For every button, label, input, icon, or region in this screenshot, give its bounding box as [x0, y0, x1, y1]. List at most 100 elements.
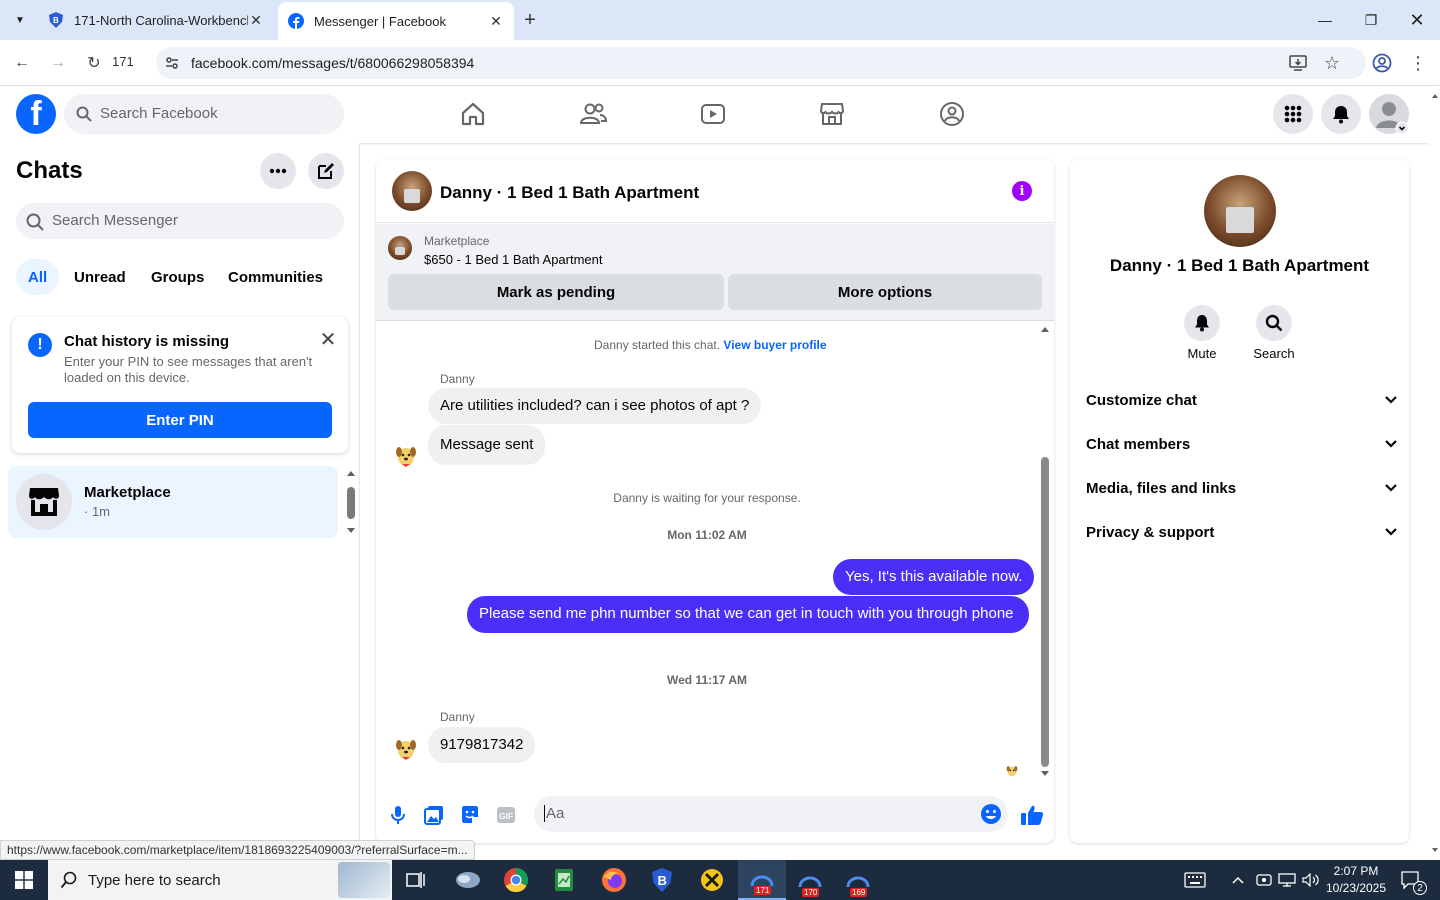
section-label: Customize chat: [1086, 391, 1197, 409]
page-scrollbar[interactable]: [1430, 86, 1440, 860]
keyboard-icon[interactable]: [1180, 860, 1210, 900]
seen-receipt-avatar: [1004, 763, 1020, 779]
listing-title[interactable]: $650 - 1 Bed 1 Bath Apartment: [424, 252, 603, 267]
section-label: Media, files and links: [1086, 479, 1237, 497]
close-tab-icon[interactable]: ✕: [488, 13, 504, 29]
outgoing-message[interactable]: Please send me phn number so that we can…: [467, 596, 1029, 633]
x-app-icon[interactable]: [688, 860, 736, 900]
friends-icon[interactable]: [579, 100, 607, 128]
media-files-links-row[interactable]: Media, files and links: [1086, 476, 1398, 500]
back-arrow-icon[interactable]: ←: [8, 49, 36, 77]
install-app-icon[interactable]: [1288, 53, 1308, 73]
more-options-icon[interactable]: [260, 153, 296, 189]
search-in-chat-button[interactable]: Search: [1244, 305, 1304, 361]
facebook-icon: [288, 13, 304, 29]
facebook-search-input[interactable]: Search Facebook: [64, 94, 344, 134]
account-avatar[interactable]: [1369, 94, 1409, 134]
thumbs-up-icon[interactable]: [1020, 803, 1044, 827]
address-bar[interactable]: facebook.com/messages/t/680066298058394 …: [156, 47, 1366, 79]
message-input-placeholder: Aa: [544, 805, 565, 822]
bookmark-star-icon[interactable]: ☆: [1322, 53, 1342, 73]
tab-messenger[interactable]: Messenger | Facebook ✕: [278, 2, 514, 40]
tab-search-button[interactable]: ▼: [8, 8, 32, 32]
close-window-icon[interactable]: ✕: [1394, 4, 1440, 36]
close-icon[interactable]: ✕: [316, 327, 340, 351]
weather-app-icon[interactable]: [444, 860, 492, 900]
filter-unread[interactable]: Unread: [62, 259, 138, 295]
site-settings-icon[interactable]: [164, 55, 180, 71]
details-avatar[interactable]: [1204, 175, 1276, 247]
incoming-message[interactable]: 9179817342: [428, 727, 536, 763]
close-tab-icon[interactable]: ✕: [248, 12, 264, 28]
new-message-icon[interactable]: [308, 153, 344, 189]
message-input[interactable]: Aa: [534, 796, 1008, 832]
profile-icon[interactable]: [1368, 49, 1396, 77]
mark-as-pending-button[interactable]: Mark as pending: [388, 274, 724, 310]
customize-chat-row[interactable]: Customize chat: [1086, 388, 1398, 412]
sticker-icon[interactable]: [458, 803, 482, 827]
notifications-bell-icon[interactable]: [1321, 94, 1361, 134]
filter-groups[interactable]: Groups: [139, 259, 216, 295]
view-buyer-profile-link[interactable]: View buyer profile: [723, 338, 826, 352]
section-label: Chat members: [1086, 435, 1191, 453]
browser-menu-icon[interactable]: ⋮: [1404, 49, 1432, 77]
forward-arrow-icon[interactable]: →: [44, 49, 72, 77]
incoming-message[interactable]: Message sent: [428, 425, 546, 465]
chrome-icon[interactable]: [492, 860, 540, 900]
sidebar-scrollbar[interactable]: [344, 469, 358, 535]
chats-title: Chats: [16, 157, 83, 184]
spreadsheet-app-icon[interactable]: [540, 860, 588, 900]
taskbar-search-input[interactable]: Type here to search: [48, 860, 392, 900]
microphone-icon[interactable]: [386, 803, 410, 827]
chevron-up-icon[interactable]: [1228, 860, 1248, 900]
network-icon[interactable]: [1276, 860, 1298, 900]
incoming-message[interactable]: Are utilities included? can i see photos…: [428, 388, 762, 424]
workbench-169-icon[interactable]: 169: [834, 860, 882, 900]
emoji-icon[interactable]: [980, 803, 1002, 830]
messenger-search-input[interactable]: Search Messenger: [16, 203, 344, 239]
gif-icon[interactable]: GIF: [494, 803, 518, 827]
windows-start-icon[interactable]: [0, 860, 48, 900]
mute-button[interactable]: Mute: [1172, 305, 1232, 361]
listing-thumbnail[interactable]: [388, 236, 412, 260]
new-tab-plus-icon[interactable]: +: [518, 8, 542, 32]
gaming-icon[interactable]: [938, 100, 966, 128]
shield-b-app-icon[interactable]: B: [638, 860, 686, 900]
chat-members-row[interactable]: Chat members: [1086, 432, 1398, 456]
section-label: Privacy & support: [1086, 523, 1215, 541]
system-clock[interactable]: 2:07 PM 10/23/2025: [1320, 863, 1392, 897]
firefox-icon[interactable]: [590, 860, 638, 900]
maximize-icon[interactable]: ❐: [1348, 4, 1394, 36]
workbench-171-icon[interactable]: 171: [738, 860, 786, 900]
info-icon[interactable]: i: [1012, 181, 1032, 201]
sender-avatar[interactable]: [392, 735, 420, 763]
video-icon[interactable]: [699, 100, 727, 128]
minimize-icon[interactable]: —: [1302, 4, 1348, 36]
tab-count-label[interactable]: 171: [112, 54, 134, 69]
tab-workbench[interactable]: B 171-North Carolina-Workbench ✕: [38, 4, 274, 36]
facebook-logo[interactable]: f: [16, 94, 56, 134]
sender-avatar[interactable]: [392, 442, 420, 470]
notification-center-icon[interactable]: 2: [1396, 860, 1427, 900]
chat-list-item[interactable]: Marketplace · 1m: [8, 466, 338, 538]
conversation-scrollbar[interactable]: [1038, 322, 1052, 782]
home-icon[interactable]: [459, 100, 487, 128]
meet-now-icon[interactable]: [1254, 860, 1274, 900]
filter-communities[interactable]: Communities: [216, 259, 335, 295]
outgoing-message[interactable]: Yes, It's this available now.: [833, 559, 1035, 595]
volume-icon[interactable]: [1300, 860, 1322, 900]
privacy-support-row[interactable]: Privacy & support: [1086, 520, 1398, 544]
more-options-button[interactable]: More options: [728, 274, 1042, 310]
enter-pin-button[interactable]: Enter PIN: [28, 402, 332, 438]
reload-icon[interactable]: ↻: [80, 49, 108, 77]
facebook-header: f Search Facebook: [0, 86, 1430, 143]
workbench-170-icon[interactable]: 170: [786, 860, 834, 900]
photo-icon[interactable]: [422, 803, 446, 827]
filter-all[interactable]: All: [16, 259, 60, 295]
conversation-avatar[interactable]: [392, 171, 432, 211]
task-view-icon[interactable]: [392, 860, 440, 900]
notice-body: Enter your PIN to see messages that aren…: [64, 354, 313, 385]
conversation-title[interactable]: Danny · 1 Bed 1 Bath Apartment: [440, 183, 699, 203]
menu-grid-icon[interactable]: [1273, 94, 1313, 134]
marketplace-icon[interactable]: [818, 100, 846, 128]
